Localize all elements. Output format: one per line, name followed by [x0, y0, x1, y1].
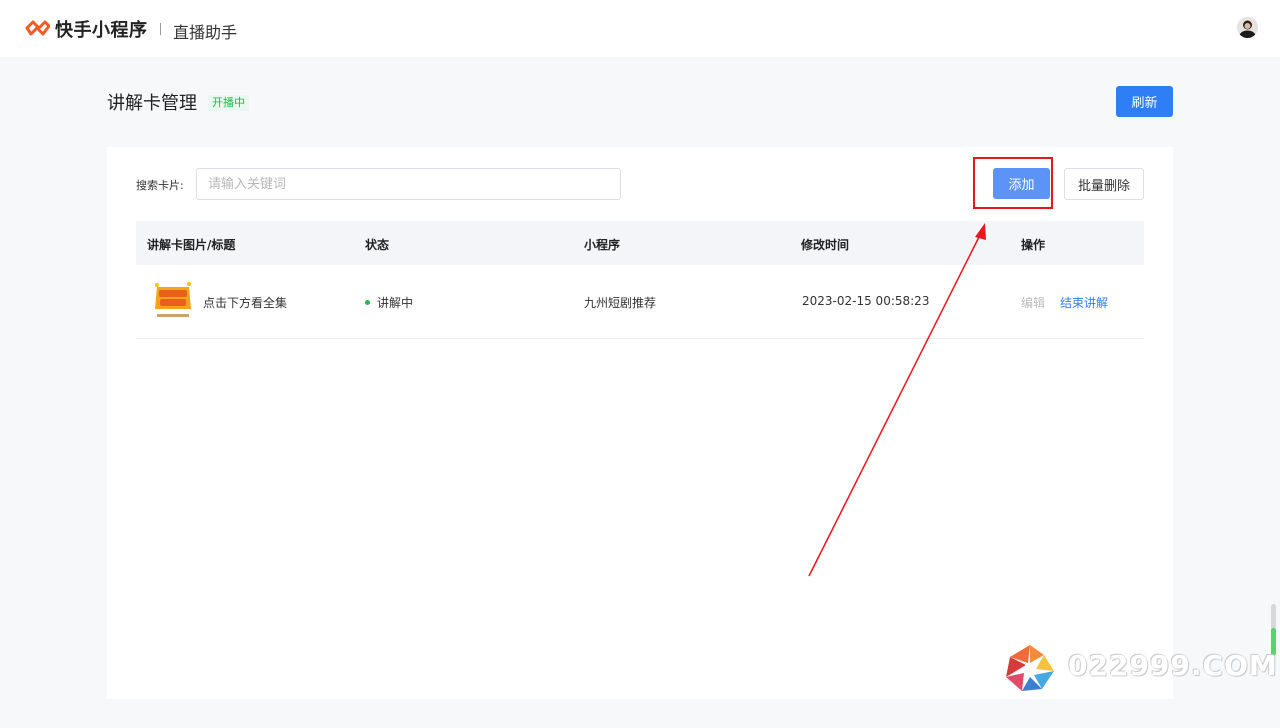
scrollbar-indicator — [1271, 628, 1276, 656]
app-subtitle: 直播助手 — [173, 23, 238, 42]
end-explain-link[interactable]: 结束讲解 — [1060, 294, 1108, 311]
card-status: 讲解中 — [377, 296, 414, 310]
table-row: 点击下方看全集 讲解中 九州短剧推荐 2023-02-15 00:58:23 编… — [136, 265, 1144, 339]
cards-panel: 搜索卡片: 添加 批量删除 讲解卡图片/标题 状态 小程序 修改时间 操作 点击… — [107, 147, 1173, 699]
kuaishou-logo-icon — [25, 20, 50, 36]
column-header-status: 状态 — [365, 238, 390, 252]
add-button[interactable]: 添加 — [993, 168, 1050, 199]
column-header-title: 讲解卡图片/标题 — [147, 238, 236, 252]
status-dot-icon — [365, 300, 370, 305]
card-thumbnail-image — [151, 279, 195, 323]
search-input[interactable] — [196, 168, 621, 200]
column-header-actions: 操作 — [1021, 238, 1046, 252]
refresh-button[interactable]: 刷新 — [1116, 86, 1173, 117]
user-avatar[interactable] — [1237, 17, 1258, 38]
card-title: 点击下方看全集 — [203, 296, 288, 310]
status-badge: 开播中 — [208, 95, 249, 111]
bulk-delete-button[interactable]: 批量删除 — [1064, 168, 1144, 200]
table-header: 讲解卡图片/标题 状态 小程序 修改时间 操作 — [136, 221, 1144, 265]
column-header-miniprogram: 小程序 — [584, 238, 621, 252]
card-modified-time: 2023-02-15 00:58:23 — [802, 294, 930, 308]
card-miniprogram: 九州短剧推荐 — [584, 296, 657, 310]
top-bar: 快手小程序 直播助手 — [0, 0, 1280, 57]
cards-table: 讲解卡图片/标题 状态 小程序 修改时间 操作 点击下方看全集 讲解中 九州短剧… — [136, 221, 1144, 339]
edit-link[interactable]: 编辑 — [1021, 294, 1045, 311]
brand-name: 快手小程序 — [55, 20, 148, 41]
search-label: 搜索卡片: — [136, 179, 184, 192]
avatar-icon — [1237, 17, 1258, 38]
brand-divider — [160, 23, 161, 35]
page-title: 讲解卡管理 — [107, 93, 197, 114]
column-header-modified: 修改时间 — [801, 238, 850, 252]
